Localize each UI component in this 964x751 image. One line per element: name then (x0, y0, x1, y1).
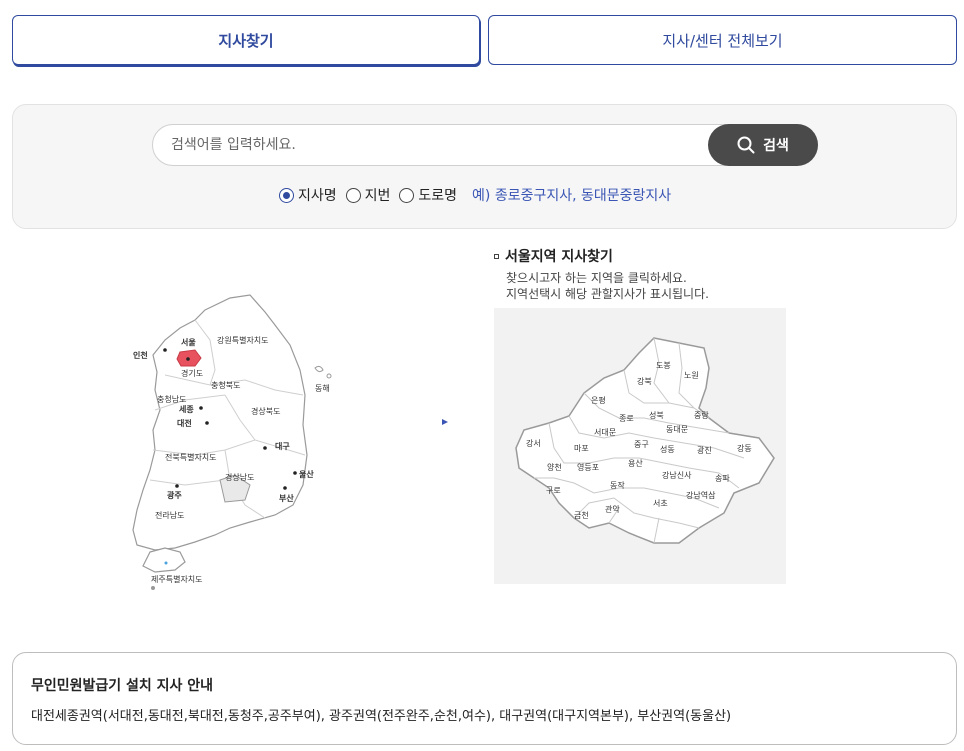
map-label-jeonnam[interactable]: 전라남도 (155, 510, 184, 520)
search-panel: 검색 지사명 지번 도로명 예) 종로중구지사, 동대문중랑지사 (12, 104, 957, 229)
seoul-district-nowon[interactable]: 노원 (684, 371, 699, 380)
tab-bar: 지사찾기 지사/센터 전체보기 (12, 15, 957, 66)
seoul-district-guro[interactable]: 구로 (546, 486, 561, 495)
notice-box: 무인민원발급기 설치 지사 안내 대전세종권역(서대전,동대전,북대전,동청주,… (12, 652, 957, 745)
seoul-district-seongdong[interactable]: 성동 (660, 445, 675, 454)
radio-checked-icon[interactable] (279, 187, 294, 203)
map-label-incheon[interactable]: 인천 (133, 350, 148, 360)
region-description: 찾으시고자 하는 지역을 클릭하세요. 지역선택시 해당 관할지사가 표시됩니다… (506, 270, 709, 302)
region-title-text: 서울지역 지사찾기 (505, 249, 613, 265)
seoul-district-gwangjin[interactable]: 광진 (697, 445, 712, 455)
region-desc-line-2: 지역선택시 해당 관할지사가 표시됩니다. (506, 287, 709, 301)
notice-title: 무인민원발급기 설치 지사 안내 (31, 678, 214, 694)
seoul-district-yeongdeungpo[interactable]: 영등포 (577, 462, 599, 472)
map-label-gwangju[interactable]: 광주 (167, 490, 182, 500)
radio-unchecked-icon[interactable] (399, 187, 415, 203)
region-desc-line-1: 찾으시고자 하는 지역을 클릭하세요. (506, 271, 687, 285)
search-input[interactable] (171, 125, 701, 165)
map-label-jeju[interactable]: 제주특별자치도 (151, 574, 203, 584)
search-icon (737, 136, 755, 154)
map-label-gyeonggi[interactable]: 경기도 (181, 368, 203, 378)
tab-find-branch[interactable]: 지사찾기 (12, 15, 480, 65)
map-label-jeonbuk[interactable]: 전북특별자치도 (165, 452, 217, 462)
seoul-district-gwanak[interactable]: 관악 (605, 504, 620, 514)
bullet-icon (494, 253, 499, 259)
map-label-chungnam[interactable]: 충청남도 (157, 395, 186, 404)
seoul-district-jungnang[interactable]: 중랑 (694, 410, 709, 420)
seoul-district-seongbuk[interactable]: 성북 (649, 411, 664, 420)
seoul-district-yangcheon[interactable]: 양천 (547, 462, 562, 472)
seoul-district-dobong[interactable]: 도봉 (656, 361, 671, 370)
map-label-busan[interactable]: 부산 (279, 493, 294, 503)
seoul-district-songpa[interactable]: 송파 (715, 474, 730, 483)
seoul-district-dongdaemun[interactable]: 동대문 (666, 425, 688, 434)
map-label-chungbuk[interactable]: 충청북도 (211, 381, 240, 390)
seoul-district-gangbuk[interactable]: 강북 (637, 376, 652, 386)
search-button[interactable]: 검색 (708, 124, 818, 166)
map-label-gangwon[interactable]: 강원특별자치도 (217, 335, 269, 345)
map-label-sejong[interactable]: 세종 (179, 404, 194, 414)
arrow-right-icon (442, 419, 448, 425)
seoul-district-yongsan[interactable]: 용산 (628, 458, 643, 468)
map-label-gyeongbuk[interactable]: 경상북도 (251, 406, 280, 416)
seoul-district-gangdong[interactable]: 강동 (737, 443, 752, 453)
radio-unchecked-icon[interactable] (345, 187, 361, 203)
notice-body: 대전세종권역(서대전,동대전,북대전,동청주,공주부여), 광주권역(전주완주,… (31, 709, 732, 724)
seoul-district-gangnam-sinsa[interactable]: 강남신사 (662, 470, 692, 480)
radio-road-name[interactable]: 도로명 (399, 185, 457, 205)
seoul-district-gangseo[interactable]: 강서 (526, 438, 541, 448)
seoul-district-seodaemun[interactable]: 서대문 (594, 428, 616, 437)
seoul-district-geumcheon[interactable]: 금천 (574, 510, 589, 520)
search-example: 예) 종로중구지사, 동대문중랑지사 (472, 188, 672, 204)
radio-lot-number-label: 지번 (364, 188, 391, 204)
radio-branch-name[interactable]: 지사명 (279, 185, 337, 205)
seoul-district-seocho[interactable]: 서초 (653, 499, 668, 508)
seoul-district-eunpyeong[interactable]: 은평 (591, 395, 606, 405)
seoul-district-junggu[interactable]: 중구 (634, 440, 649, 449)
map-label-seoul[interactable]: 서울 (181, 337, 196, 347)
map-label-gyeongnam[interactable]: 경상남도 (225, 472, 254, 482)
seoul-map-panel: 도봉 노원 강북 은평 성북 중랑 종로 동대문 서대문 강서 마포 중구 성동… (494, 308, 786, 584)
map-label-daejeon[interactable]: 대전 (177, 418, 192, 428)
seoul-map[interactable]: 도봉 노원 강북 은평 성북 중랑 종로 동대문 서대문 강서 마포 중구 성동… (494, 308, 786, 584)
search-type-group: 지사명 지번 도로명 예) 종로중구지사, 동대문중랑지사 (279, 185, 671, 205)
seoul-district-gangnam-yeoksam[interactable]: 강남역삼 (686, 490, 716, 500)
radio-road-name-label: 도로명 (418, 188, 458, 204)
seoul-district-dongjak[interactable]: 동작 (610, 480, 625, 490)
seoul-district-mapo[interactable]: 마포 (574, 444, 589, 453)
korea-map[interactable]: 서울 인천 경기도 강원특별자치도 충청북도 충청남도 세종 대전 경상북도 대… (125, 290, 340, 595)
seoul-district-jongno[interactable]: 종로 (619, 414, 634, 423)
region-title: 서울지역 지사찾기 (494, 246, 613, 266)
tab-view-all[interactable]: 지사/센터 전체보기 (488, 15, 957, 65)
search-box: 검색 (152, 124, 818, 166)
radio-lot-number[interactable]: 지번 (345, 185, 391, 205)
map-label-daegu[interactable]: 대구 (275, 441, 290, 451)
map-label-donghae: 동해 (315, 383, 330, 393)
map-label-ulsan[interactable]: 울산 (299, 469, 314, 479)
search-button-label: 검색 (763, 138, 789, 154)
radio-branch-name-label: 지사명 (298, 188, 337, 204)
